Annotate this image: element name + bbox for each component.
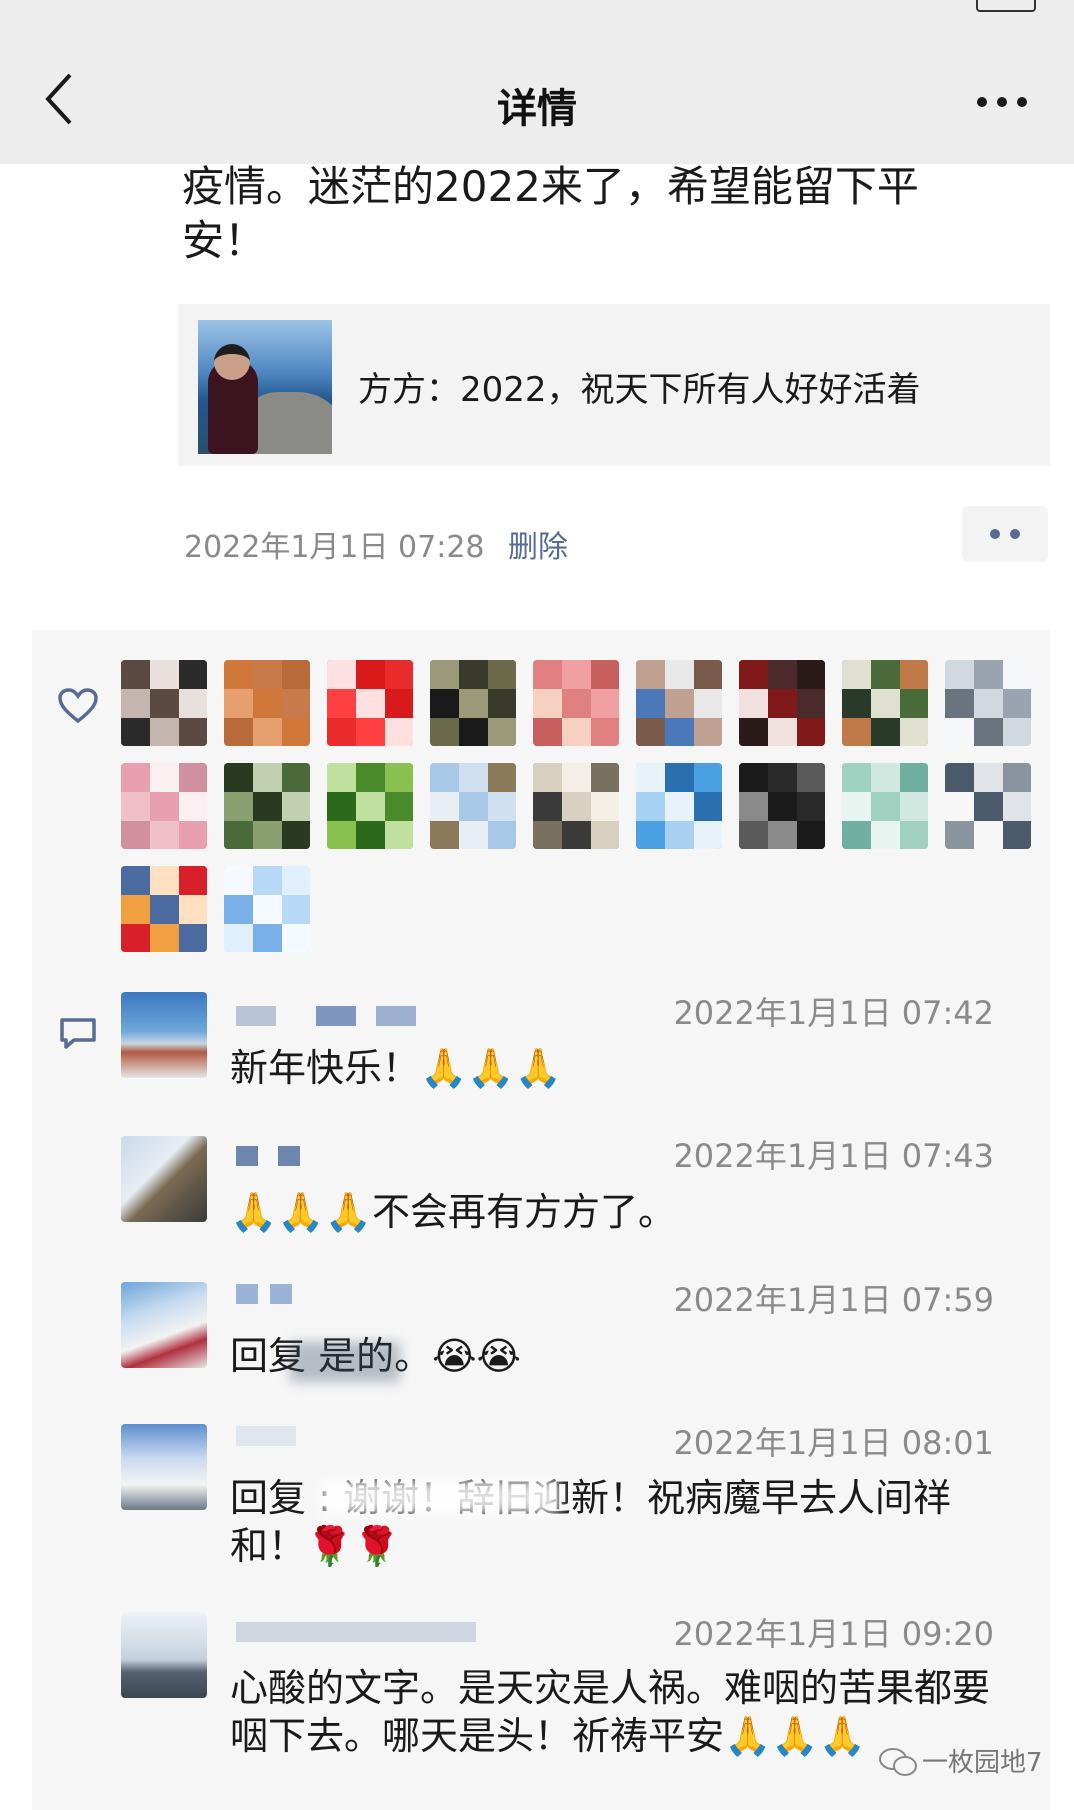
share-thumbnail <box>198 320 332 454</box>
commenter-avatar[interactable] <box>121 1136 207 1222</box>
post-timestamp: 2022年1月1日 07:28 <box>184 530 485 565</box>
commenter-name[interactable] <box>236 1622 476 1644</box>
wechat-logo-icon <box>879 1748 917 1776</box>
liker-avatar[interactable] <box>121 660 207 746</box>
nav-bar: 详情 <box>0 14 1074 164</box>
commenter-name[interactable] <box>236 1146 416 1168</box>
status-bar <box>0 0 1074 14</box>
blurred-reply-name <box>320 1480 560 1514</box>
comment-timestamp: 2022年1月1日 08:01 <box>673 1424 994 1462</box>
liker-avatar[interactable] <box>945 660 1031 746</box>
commenter-name[interactable] <box>236 1284 416 1306</box>
battery-icon <box>976 0 1036 12</box>
liker-avatar[interactable] <box>121 763 207 849</box>
liker-avatar[interactable] <box>842 763 928 849</box>
liker-avatar[interactable] <box>945 763 1031 849</box>
liker-avatar[interactable] <box>842 660 928 746</box>
liker-avatar[interactable] <box>121 866 207 952</box>
page-title: 详情 <box>497 86 577 132</box>
watermark-text: 一枚园地7 <box>922 1748 1043 1778</box>
comment-timestamp: 2022年1月1日 07:43 <box>673 1137 994 1175</box>
commenter-avatar[interactable] <box>121 1612 207 1698</box>
liker-avatar[interactable] <box>533 763 619 849</box>
commenter-avatar[interactable] <box>121 1424 207 1510</box>
more-icon[interactable] <box>974 92 1030 112</box>
liker-avatar[interactable] <box>224 866 310 952</box>
share-card-text: 方方：2022，祝天下所有人好好活着 <box>358 370 921 410</box>
comment-text: 新年快乐！🙏🙏🙏 <box>230 1046 562 1090</box>
commenter-name[interactable] <box>236 1006 416 1028</box>
liker-avatar[interactable] <box>430 763 516 849</box>
heart-icon <box>58 688 98 724</box>
comment-timestamp: 2022年1月1日 07:59 <box>673 1281 994 1319</box>
liker-avatar[interactable] <box>739 660 825 746</box>
comment-text: 🙏🙏🙏不会再有方方了。 <box>230 1190 676 1234</box>
commenter-avatar[interactable] <box>121 992 207 1078</box>
blurred-reply-name <box>290 1342 400 1382</box>
commenter-avatar[interactable] <box>121 1282 207 1368</box>
comment-timestamp: 2022年1月1日 07:42 <box>673 994 994 1032</box>
delete-link[interactable]: 删除 <box>508 522 568 566</box>
liker-avatar[interactable] <box>224 660 310 746</box>
comment-timestamp: 2022年1月1日 09:20 <box>673 1615 994 1653</box>
liker-avatar[interactable] <box>327 660 413 746</box>
liker-avatar[interactable] <box>430 660 516 746</box>
liker-avatar[interactable] <box>533 660 619 746</box>
liker-avatar[interactable] <box>636 660 722 746</box>
liker-avatar[interactable] <box>636 763 722 849</box>
post-text: 疫情。迷茫的2022来了，希望能留下平安！ <box>182 162 919 265</box>
commenter-name[interactable] <box>236 1426 416 1448</box>
share-card[interactable]: 方方：2022，祝天下所有人好好活着 <box>178 304 1050 466</box>
liker-avatar[interactable] <box>739 763 825 849</box>
liker-avatar[interactable] <box>327 763 413 849</box>
comment-icon <box>60 1018 96 1049</box>
liker-avatar[interactable] <box>224 763 310 849</box>
comment-like-menu-button[interactable] <box>962 506 1048 562</box>
